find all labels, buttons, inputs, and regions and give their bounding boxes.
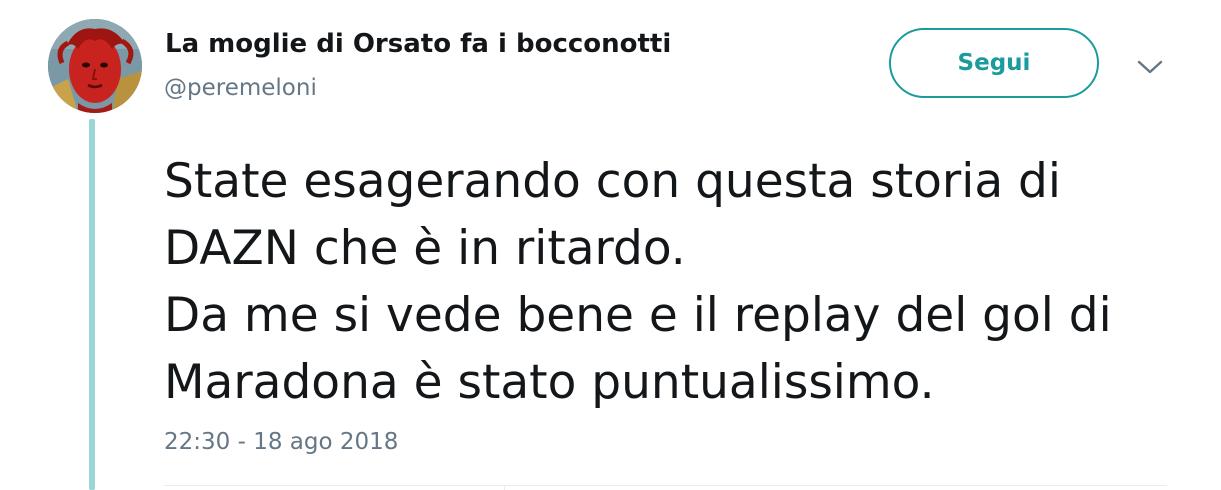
avatar[interactable] <box>48 19 142 113</box>
tweet-text-line: State esagerando con questa storia di <box>164 154 1061 209</box>
tweet-menu-button[interactable] <box>1130 50 1170 84</box>
tweet-timestamp[interactable]: 22:30 - 18 ago 2018 <box>164 425 398 459</box>
thread-connector-line <box>89 119 95 490</box>
chevron-down-icon <box>1137 60 1163 74</box>
divider <box>164 485 1167 486</box>
follow-button[interactable]: Segui <box>889 28 1099 98</box>
author-screen-name[interactable]: @peremeloni <box>164 72 317 104</box>
author-display-name[interactable]: La moglie di Orsato fa i bocconotti <box>165 26 671 62</box>
follow-button-label: Segui <box>957 50 1031 76</box>
tweet-text: State esagerando con questa storia di DA… <box>164 148 1184 416</box>
tweet-card: La moglie di Orsato fa i bocconotti @per… <box>0 0 1221 490</box>
tweet-text-line: DAZN che è in ritardo. <box>164 221 686 276</box>
divider-tick <box>504 485 505 490</box>
avatar-image <box>48 19 142 113</box>
tweet-text-line: Da me si vede bene e il replay del gol d… <box>164 288 1112 343</box>
tweet-text-line: Maradona è stato puntualissimo. <box>164 355 935 410</box>
